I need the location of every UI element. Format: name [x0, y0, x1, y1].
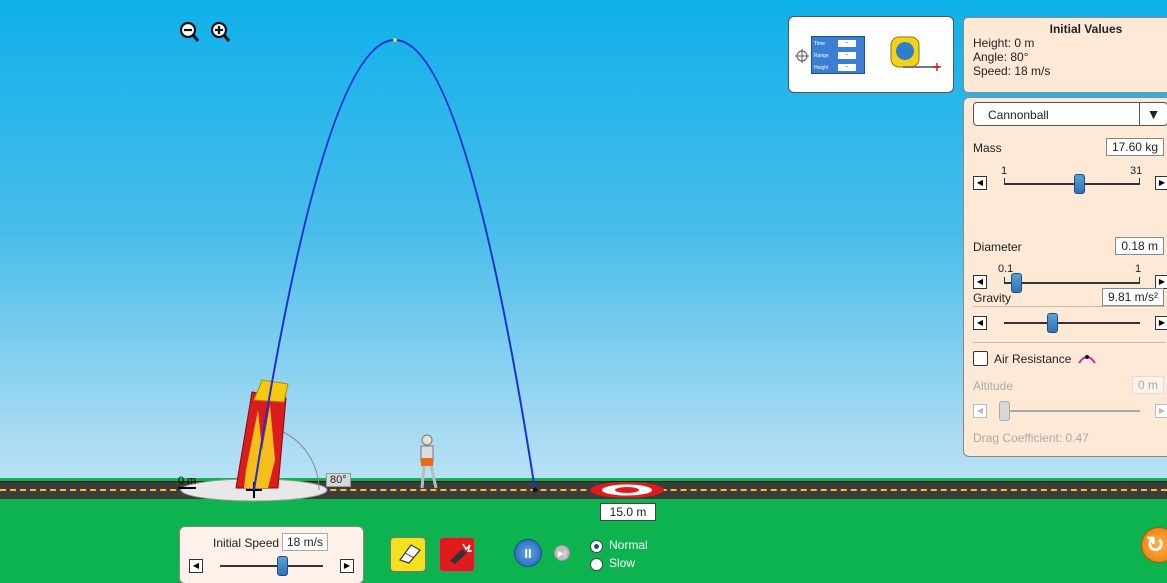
cannon-fire-icon — [450, 543, 472, 564]
altitude-label: Altitude — [973, 379, 1014, 393]
projectile-select[interactable]: Cannonball ▼ — [973, 102, 1167, 126]
gravity-decrease-button[interactable]: ◀ — [973, 316, 987, 330]
slow-speed-label: Slow — [609, 556, 636, 570]
target-distance-label: 15.0 m — [600, 503, 656, 521]
target[interactable] — [590, 482, 664, 498]
initial-angle: Angle: 80° — [973, 50, 1029, 64]
initial-values-title: Initial Values — [1049, 22, 1123, 36]
person-figure — [420, 434, 438, 489]
mass-slider-track[interactable] — [1004, 183, 1140, 185]
mass-slider-thumb[interactable] — [1073, 174, 1085, 194]
normal-speed-radio[interactable] — [590, 540, 603, 553]
altitude-slider-track — [1004, 410, 1140, 412]
diameter-increase-button[interactable]: ▶ — [1155, 275, 1167, 289]
drag-coefficient-label: Drag Coefficient: 0.47 — [973, 431, 1089, 445]
step-icon: ▶| — [557, 549, 567, 558]
gravity-increase-button[interactable]: ▶ — [1155, 316, 1167, 330]
range-tool-value: - — [838, 52, 856, 59]
launch-height-label: 0 m — [178, 475, 197, 487]
mass-min-label: 1 — [1001, 165, 1008, 177]
divider — [973, 342, 1165, 343]
diameter-slider-track[interactable] — [1004, 282, 1140, 284]
simulation-stage: 0 m 80° 15.0 m Time - Range - Height - Init… — [0, 0, 1167, 583]
diameter-slider-thumb[interactable] — [1011, 273, 1023, 293]
launch-angle-label[interactable]: 80° — [326, 473, 351, 487]
time-tool-value: - — [838, 40, 856, 47]
tools-box: Time - Range - Height - — [788, 16, 954, 93]
initial-values-panel: Initial Values Height: 0 m Angle: 80° Sp… — [963, 17, 1167, 93]
landing-point — [532, 487, 538, 493]
mass-max-label: 31 — [1130, 165, 1143, 177]
mass-value[interactable]: 17.60 kg — [1105, 138, 1164, 156]
trajectory-path — [253, 39, 536, 491]
initial-height: Height: 0 m — [973, 36, 1035, 50]
eraser-icon — [399, 544, 421, 564]
height-tool-label: Height — [814, 64, 829, 71]
diameter-value[interactable]: 0.18 m — [1115, 237, 1164, 255]
dropdown-arrow-icon[interactable]: ▼ — [1139, 103, 1167, 125]
altitude-increase-button: ▶ — [1155, 404, 1167, 418]
projectile-select-value: Cannonball — [988, 108, 1049, 122]
pause-icon: II — [524, 546, 532, 561]
step-button[interactable]: ▶| — [554, 545, 570, 561]
mass-decrease-button[interactable]: ◀ — [973, 176, 987, 190]
diameter-decrease-button[interactable]: ◀ — [973, 275, 987, 289]
gravity-value[interactable]: 9.81 m/s² — [1101, 288, 1164, 306]
apex-marker — [393, 38, 397, 42]
initial-speed-value[interactable]: 18 m/s — [282, 533, 328, 551]
eraser-button[interactable] — [390, 537, 426, 572]
crosshair-icon[interactable] — [795, 49, 809, 63]
cannon[interactable] — [235, 379, 289, 489]
height-tool-value: - — [838, 64, 856, 71]
gravity-label: Gravity — [973, 291, 1012, 305]
gravity-slider-track[interactable] — [1004, 322, 1140, 324]
air-resistance-checkbox[interactable] — [973, 351, 988, 366]
speed-slider-thumb[interactable] — [276, 556, 288, 576]
divider — [973, 306, 1165, 307]
projectile-settings-panel: Cannonball ▼ Mass 17.60 kg ◀ 1 31 ▶ Diam… — [963, 97, 1167, 457]
pause-button[interactable]: II — [514, 539, 542, 567]
slow-speed-radio[interactable] — [590, 558, 603, 571]
time-tool-label: Time — [814, 40, 825, 47]
gravity-slider-thumb[interactable] — [1046, 313, 1058, 333]
air-resistance-icon — [1078, 355, 1096, 364]
diameter-label: Diameter — [973, 240, 1022, 254]
speed-increase-button[interactable]: ▶ — [340, 559, 354, 573]
reset-icon: ↻ — [1146, 532, 1165, 557]
initial-speed-panel: Initial Speed 18 m/s ◀ ▶ — [179, 526, 364, 583]
altitude-slider-thumb — [999, 401, 1010, 421]
air-resistance-label: Air Resistance — [994, 352, 1072, 366]
normal-speed-label: Normal — [609, 538, 648, 552]
altitude-decrease-button: ◀ — [973, 404, 987, 418]
range-tool-label: Range — [814, 52, 829, 59]
altitude-value: 0 m — [1131, 376, 1164, 394]
initial-speed: Speed: 18 m/s — [973, 64, 1051, 78]
time-range-height-tool[interactable]: Time - Range - Height - — [811, 36, 865, 74]
initial-speed-label: Initial Speed — [213, 536, 280, 550]
speed-decrease-button[interactable]: ◀ — [189, 559, 203, 573]
fire-button[interactable] — [439, 537, 475, 572]
diameter-max-label: 1 — [1135, 263, 1142, 275]
speed-slider-track[interactable] — [220, 565, 323, 567]
mass-increase-button[interactable]: ▶ — [1155, 176, 1167, 190]
tape-measure-icon[interactable] — [889, 35, 947, 79]
mass-label: Mass — [973, 141, 1002, 155]
